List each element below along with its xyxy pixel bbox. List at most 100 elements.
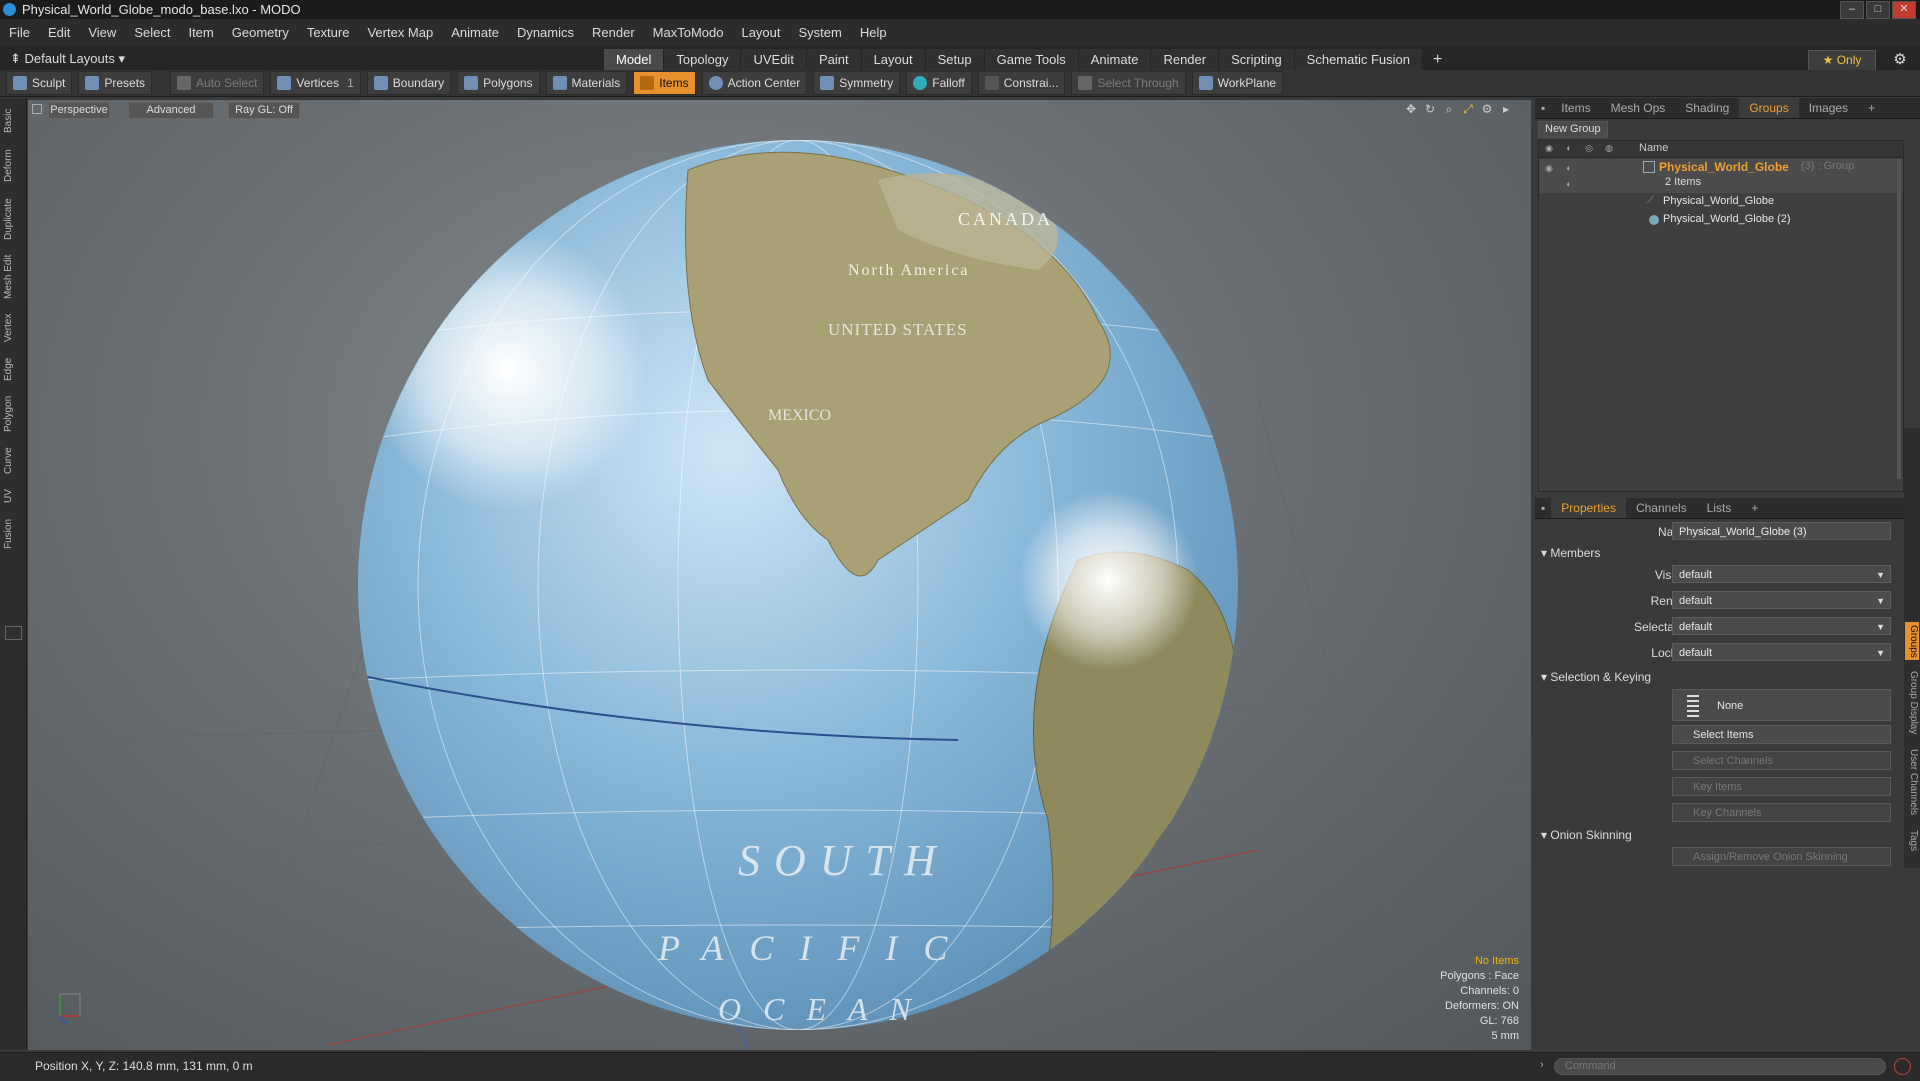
dock-expand-icon[interactable] (5, 626, 22, 640)
tab-layout[interactable]: Layout (861, 49, 926, 70)
select-channels-button[interactable]: Select Channels (1672, 751, 1891, 770)
menu-animate[interactable]: Animate (442, 25, 508, 40)
tab-topology[interactable]: Topology (664, 49, 742, 70)
materials-button[interactable]: Materials (545, 71, 628, 95)
tab-game-tools[interactable]: Game Tools (984, 49, 1079, 70)
dock-tab-edge[interactable]: Edge (3, 354, 23, 384)
tab-mesh-ops[interactable]: Mesh Ops (1601, 98, 1676, 118)
3d-viewport[interactable]: Perspective Advanced Ray GL: Off ✥ ↻ ⌕ ⤢… (28, 100, 1531, 1050)
side-tab-groups[interactable]: Groups (1905, 622, 1919, 660)
command-history-icon[interactable] (1894, 1058, 1911, 1075)
dock-tab-duplicate[interactable]: Duplicate (3, 194, 23, 244)
locked-dropdown[interactable]: default ▼ (1672, 643, 1891, 661)
menu-vertex-map[interactable]: Vertex Map (358, 25, 442, 40)
group-child-row[interactable]: Physical_World_Globe (2) (1539, 212, 1903, 230)
tab-model[interactable]: Model (604, 49, 665, 72)
dock-tab-polygon[interactable]: Polygon (3, 392, 23, 436)
dock-tab-mesh-edit[interactable]: Mesh Edit (3, 252, 23, 302)
fit-view-icon[interactable]: ⤢ (1461, 102, 1475, 116)
properties-menu-icon[interactable]: ▪ (1535, 498, 1551, 518)
globe-model[interactable]: CANADA North America UNITED STATES MEXIC… (358, 140, 1238, 1030)
menu-edit[interactable]: Edit (39, 25, 79, 40)
menu-layout[interactable]: Layout (732, 25, 789, 40)
menu-system[interactable]: System (790, 25, 851, 40)
visible-dropdown[interactable]: default ▼ (1672, 565, 1891, 583)
new-group-button[interactable]: New Group (1538, 121, 1608, 138)
select-items-button[interactable]: Select Items (1672, 725, 1891, 744)
menu-file[interactable]: File (0, 25, 39, 40)
menu-dynamics[interactable]: Dynamics (508, 25, 583, 40)
name-field[interactable]: Physical_World_Globe (3) (1672, 522, 1891, 540)
menu-geometry[interactable]: Geometry (223, 25, 298, 40)
menu-view[interactable]: View (79, 25, 125, 40)
auto-select-button[interactable]: Auto Select (170, 71, 265, 95)
raygl-dropdown[interactable]: Ray GL: Off (228, 102, 300, 119)
side-tab-user-channels[interactable]: User Channels (1905, 746, 1919, 818)
eye-icon[interactable]: ◉ (1543, 142, 1555, 154)
side-tab-group-display[interactable]: Group Display (1905, 668, 1919, 738)
advanced-dropdown[interactable]: Advanced (128, 102, 214, 119)
panel-menu-icon[interactable]: ▪ (1535, 98, 1551, 118)
tab-groups[interactable]: Groups (1739, 98, 1799, 118)
selection-keying-section[interactable]: ▾ Selection & Keying (1541, 670, 1651, 684)
gear-icon[interactable]: ⚙ (1890, 50, 1910, 69)
vertices-button[interactable]: Vertices 1 (270, 71, 361, 95)
add-panel-tab-icon[interactable]: + (1858, 98, 1885, 118)
tab-images[interactable]: Images (1799, 98, 1858, 118)
menu-select[interactable]: Select (125, 25, 179, 40)
select-through-button[interactable]: Select Through (1071, 71, 1186, 95)
workplane-button[interactable]: WorkPlane (1191, 71, 1284, 95)
maximize-icon[interactable]: □ (1866, 1, 1890, 19)
close-icon[interactable]: ✕ (1892, 1, 1916, 19)
polygons-button[interactable]: Polygons (457, 71, 540, 95)
viewport-menu-icon[interactable] (32, 104, 42, 114)
onion-skinning-section[interactable]: ▾ Onion Skinning (1541, 828, 1632, 842)
rotate-view-icon[interactable]: ↻ (1423, 102, 1437, 116)
lock-icon[interactable]: ◎ (1583, 142, 1595, 154)
menu-help[interactable]: Help (851, 25, 896, 40)
group-render-icon[interactable]: ◐ (1563, 162, 1575, 174)
add-properties-tab-icon[interactable]: + (1741, 498, 1768, 518)
menu-texture[interactable]: Texture (298, 25, 359, 40)
sculpt-button[interactable]: Sculpt (6, 71, 73, 95)
group-visibility-icon[interactable]: ◉ (1543, 162, 1555, 174)
selectable-dropdown[interactable]: default ▼ (1672, 617, 1891, 635)
tab-properties[interactable]: Properties (1551, 498, 1626, 518)
key-channels-button[interactable]: Key Channels (1672, 803, 1891, 822)
zoom-view-icon[interactable]: ⌕ (1442, 102, 1456, 116)
members-section[interactable]: ▾ Members (1541, 546, 1600, 560)
tab-render[interactable]: Render (1151, 49, 1220, 70)
tab-scripting[interactable]: Scripting (1219, 49, 1295, 70)
tab-animate[interactable]: Animate (1078, 49, 1152, 70)
menu-item[interactable]: Item (179, 25, 222, 40)
presets-button[interactable]: Presets (78, 71, 153, 95)
view-mode-dropdown[interactable]: Perspective (48, 102, 110, 119)
menu-maxtomodo[interactable]: MaxToModo (644, 25, 733, 40)
side-tab-tags[interactable]: Tags (1905, 826, 1919, 856)
minimize-icon[interactable]: – (1840, 1, 1864, 19)
render-icon[interactable]: ◐ (1563, 142, 1575, 154)
dock-tab-curve[interactable]: Curve (3, 444, 23, 478)
add-tab-button[interactable]: + (1423, 49, 1452, 70)
dock-tab-basic[interactable]: Basic (3, 104, 23, 138)
move-view-icon[interactable]: ✥ (1404, 102, 1418, 116)
command-input[interactable] (1554, 1058, 1886, 1075)
tree-scrollbar[interactable] (1897, 159, 1901, 479)
assign-onion-button[interactable]: Assign/Remove Onion Skinning (1672, 847, 1891, 866)
only-toggle[interactable]: ★ Only (1808, 50, 1876, 71)
select-icon[interactable]: ◍ (1603, 142, 1615, 154)
render-dropdown[interactable]: default ▼ (1672, 591, 1891, 609)
constraints-button[interactable]: Constrai... (977, 71, 1066, 95)
none-button[interactable]: None (1672, 689, 1891, 721)
tab-items[interactable]: Items (1551, 98, 1600, 118)
dock-tab-fusion[interactable]: Fusion (3, 514, 23, 554)
action-center-button[interactable]: Action Center (701, 71, 808, 95)
group-child-row[interactable]: ⟋ Physical_World_Globe (1539, 194, 1903, 212)
tab-lists[interactable]: Lists (1697, 498, 1742, 518)
tab-uvedit[interactable]: UVEdit (741, 49, 807, 70)
boundary-button[interactable]: Boundary (366, 71, 452, 95)
dock-tab-uv[interactable]: UV (3, 486, 23, 506)
items-button[interactable]: Items (633, 71, 696, 95)
tab-schematic-fusion[interactable]: Schematic Fusion (1294, 49, 1423, 70)
dock-tab-deform[interactable]: Deform (3, 146, 23, 186)
